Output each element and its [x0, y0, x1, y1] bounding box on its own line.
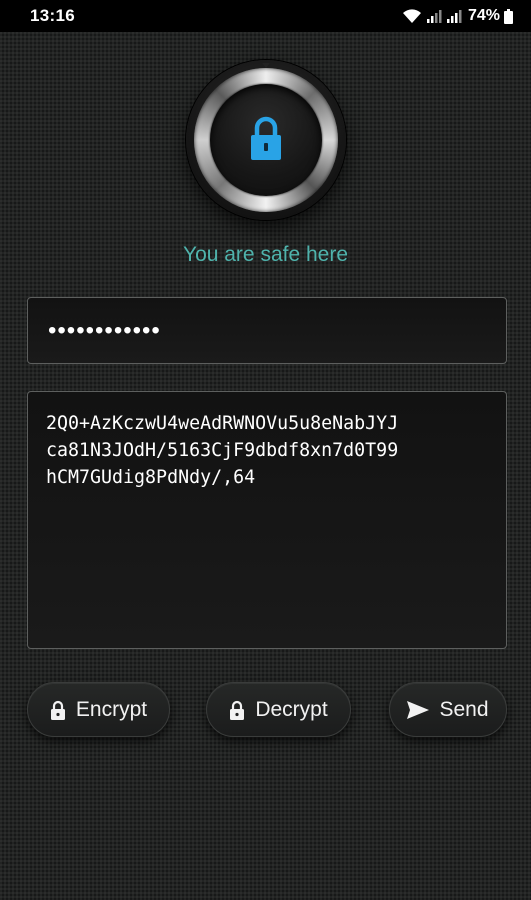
status-time: 13:16	[30, 6, 75, 25]
decrypt-button-label: Decrypt	[255, 697, 328, 721]
send-button-label: Send	[439, 697, 489, 721]
send-button[interactable]: Send	[389, 682, 507, 737]
send-icon	[407, 700, 430, 719]
password-field[interactable]: ••••••••••••	[27, 297, 507, 364]
battery-icon	[504, 8, 513, 24]
status-bar: 13:16 74%	[0, 0, 531, 32]
lock-icon	[250, 115, 282, 166]
message-line: ca81N3JOdH/5163CjF9dbdf8xn7d0T99	[46, 440, 399, 461]
message-line: hCM7GUdig8PdNdy/,64	[46, 467, 256, 488]
lock-dial-notch	[262, 63, 270, 68]
wifi-icon	[402, 8, 422, 24]
encrypt-button[interactable]: Encrypt	[27, 682, 170, 737]
message-line: 2Q0+AzKczwU4weAdRWNOVu5u8eNabJYJ	[46, 413, 399, 434]
lock-dial	[186, 60, 346, 220]
decrypt-button[interactable]: Decrypt	[206, 682, 351, 737]
status-icons: 74%	[402, 7, 513, 25]
password-value: ••••••••••••	[48, 316, 161, 344]
signal-icon	[426, 8, 442, 24]
signal-icon-secondary	[446, 8, 462, 24]
lock-dial-center	[210, 84, 322, 196]
tagline: You are safe here	[182, 243, 349, 266]
lock-icon	[229, 700, 245, 720]
message-textarea[interactable]: 2Q0+AzKczwU4weAdRWNOVu5u8eNabJYJ ca81N3J…	[27, 391, 507, 649]
encrypt-button-label: Encrypt	[75, 697, 148, 721]
battery-percent: 74%	[467, 7, 500, 24]
lock-icon	[50, 700, 66, 720]
